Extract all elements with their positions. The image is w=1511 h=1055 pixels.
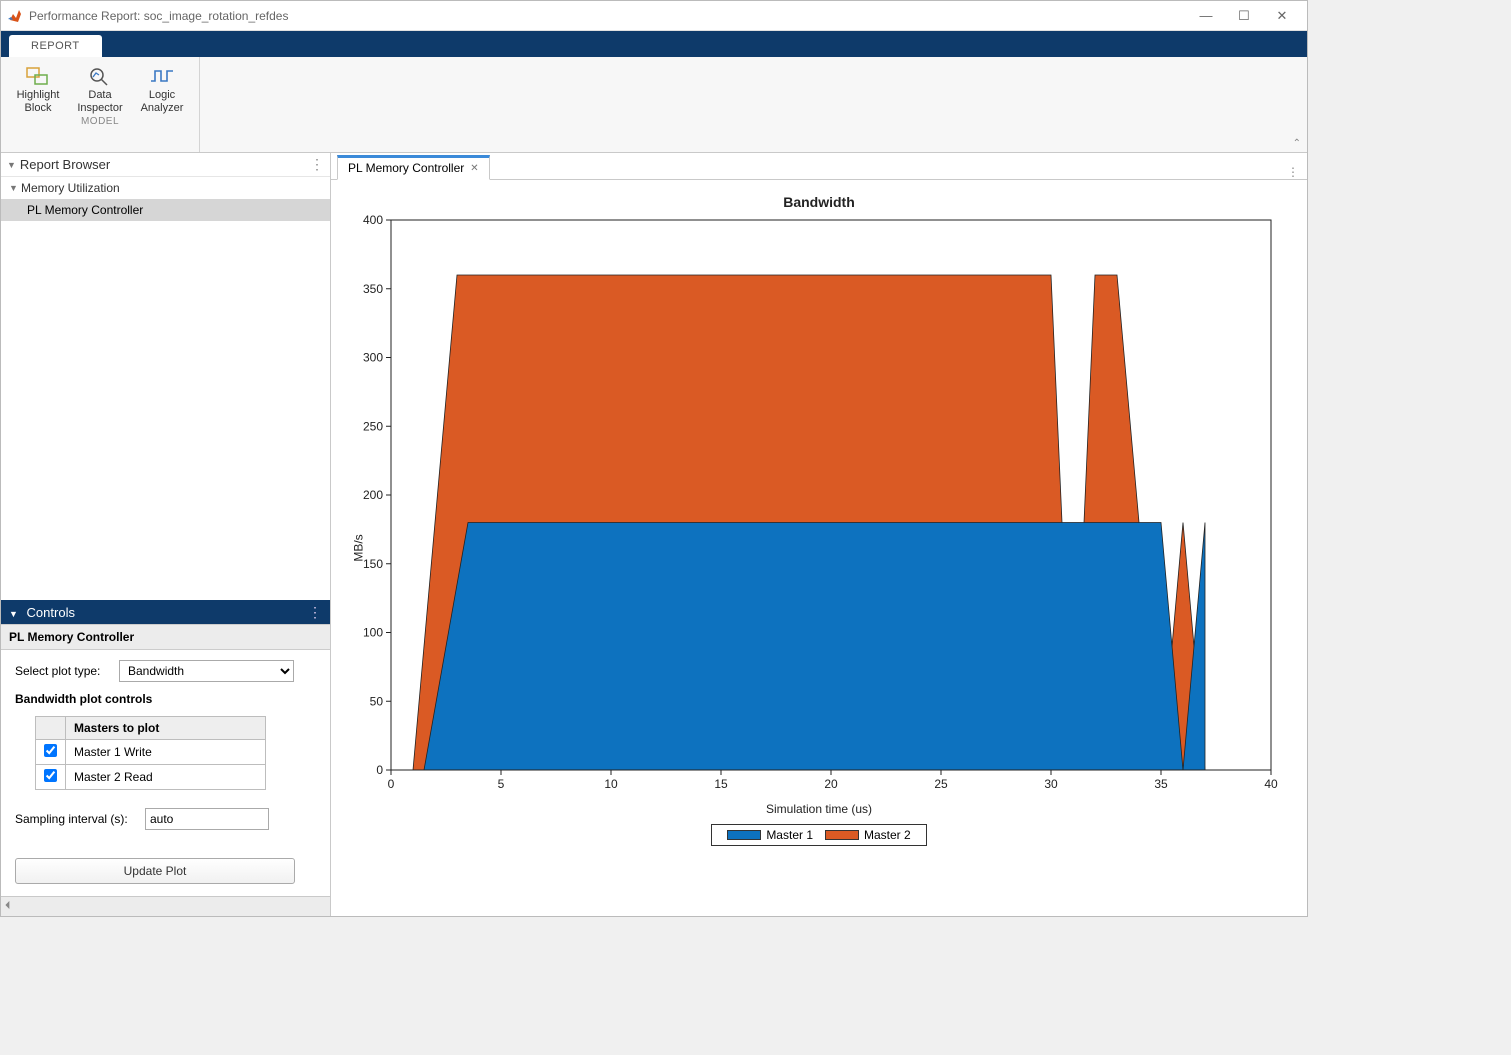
chart-area: Bandwidth MB/s 0501001502002503003504000… — [331, 180, 1307, 916]
sampling-interval-input[interactable] — [145, 808, 269, 830]
svg-text:15: 15 — [714, 777, 728, 791]
highlight-block-icon — [25, 63, 51, 89]
svg-text:350: 350 — [363, 282, 383, 296]
data-inspector-icon — [87, 63, 113, 89]
window-titlebar: Performance Report: soc_image_rotation_r… — [1, 1, 1307, 31]
left-panel-footer: ⏴ — [1, 896, 330, 916]
report-browser-tree[interactable]: ▼ Memory Utilization PL Memory Controlle… — [1, 177, 330, 600]
svg-text:0: 0 — [376, 763, 383, 777]
svg-text:100: 100 — [363, 626, 383, 640]
maximize-button[interactable]: ☐ — [1225, 1, 1263, 31]
chart-ylabel: MB/s — [352, 534, 366, 561]
table-row: Master 2 Read — [36, 765, 266, 790]
legend-swatch — [825, 830, 859, 840]
controls-menu-icon[interactable]: ⋮ — [308, 604, 322, 621]
svg-text:5: 5 — [498, 777, 505, 791]
logic-analyzer-label-2: Analyzer — [141, 102, 184, 115]
tree-item-label: PL Memory Controller — [27, 203, 143, 217]
caret-down-icon: ▼ — [9, 183, 21, 193]
close-icon[interactable]: ✕ — [470, 163, 478, 174]
svg-text:50: 50 — [370, 694, 384, 708]
data-inspector-button[interactable]: Data Inspector — [69, 59, 131, 114]
tree-item-label: Memory Utilization — [21, 181, 120, 195]
masters-table: Masters to plot Master 1 Write Master 2 … — [35, 716, 266, 790]
data-inspector-label-1: Data — [88, 89, 111, 102]
tab-pl-memory-controller[interactable]: PL Memory Controller ✕ — [337, 155, 490, 180]
svg-text:150: 150 — [363, 557, 383, 571]
master-label: Master 1 Write — [66, 740, 266, 765]
report-browser-header: ▼ Report Browser ⋮ — [1, 153, 330, 177]
logic-analyzer-label-1: Logic — [149, 89, 175, 102]
ribbon-tabstrip: REPORT — [1, 31, 1307, 57]
legend-swatch — [727, 830, 761, 840]
master1-checkbox[interactable] — [44, 744, 57, 757]
highlight-block-button[interactable]: Highlight Block — [7, 59, 69, 114]
chart-legend: Master 1 Master 2 — [711, 824, 927, 846]
bandwidth-controls-label: Bandwidth plot controls — [15, 692, 316, 706]
matlab-logo-icon — [7, 8, 23, 24]
data-inspector-label-2: Inspector — [77, 102, 122, 115]
tree-item-memory-utilization[interactable]: ▼ Memory Utilization — [1, 177, 330, 199]
report-browser-menu-icon[interactable]: ⋮ — [310, 156, 324, 173]
doctab-label: PL Memory Controller — [348, 161, 464, 175]
controls-title: Controls — [27, 605, 75, 620]
svg-text:30: 30 — [1044, 777, 1058, 791]
controls-panel-header: ▼ Controls ⋮ — [1, 600, 330, 624]
svg-text:300: 300 — [363, 351, 383, 365]
svg-text:200: 200 — [363, 488, 383, 502]
legend-label: Master 1 — [766, 828, 813, 842]
svg-text:35: 35 — [1154, 777, 1168, 791]
toolstrip: Highlight Block Data Inspector Logic Ana… — [1, 57, 1307, 153]
caret-down-icon[interactable]: ▼ — [9, 609, 18, 619]
masters-header-checkbox-col — [36, 717, 66, 740]
toolgroup-model: Highlight Block Data Inspector Logic Ana… — [1, 57, 200, 152]
report-browser-title: Report Browser — [20, 157, 110, 172]
chevron-down-icon[interactable]: ▼ — [7, 160, 16, 170]
master2-checkbox[interactable] — [44, 769, 57, 782]
chart-xlabel: Simulation time (us) — [331, 802, 1307, 816]
highlight-block-label-1: Highlight — [17, 89, 60, 102]
close-window-button[interactable]: ✕ — [1263, 1, 1301, 31]
table-row: Master 1 Write — [36, 740, 266, 765]
svg-text:250: 250 — [363, 419, 383, 433]
logic-analyzer-icon — [149, 63, 175, 89]
controls-subtitle: PL Memory Controller — [1, 624, 330, 650]
logic-analyzer-button[interactable]: Logic Analyzer — [131, 59, 193, 114]
master-label: Master 2 Read — [66, 765, 266, 790]
svg-text:400: 400 — [363, 213, 383, 227]
update-plot-button[interactable]: Update Plot — [15, 858, 295, 884]
legend-item-master1: Master 1 — [727, 828, 813, 842]
doctabs-menu-icon[interactable]: ⋮ — [1287, 165, 1299, 179]
legend-label: Master 2 — [864, 828, 911, 842]
tree-item-pl-memory-controller[interactable]: PL Memory Controller — [1, 199, 330, 221]
plot-type-select[interactable]: Bandwidth — [119, 660, 294, 682]
plot-type-label: Select plot type: — [15, 664, 119, 678]
minimize-button[interactable]: — — [1187, 1, 1225, 31]
highlight-block-label-2: Block — [25, 102, 52, 115]
tab-report[interactable]: REPORT — [9, 35, 102, 57]
toolgroup-label: MODEL — [81, 116, 119, 127]
svg-text:25: 25 — [934, 777, 948, 791]
chart-svg: 0 50 100 150 200 250 300 350 400 0 5 10 15 20 25 30 35 40 — [331, 210, 1291, 800]
sampling-interval-label: Sampling interval (s): — [15, 812, 145, 826]
chart-title: Bandwidth — [331, 194, 1307, 210]
svg-text:40: 40 — [1264, 777, 1278, 791]
svg-text:20: 20 — [824, 777, 838, 791]
controls-body: Select plot type: Bandwidth Bandwidth pl… — [1, 650, 330, 896]
toolstrip-expand-icon[interactable]: ⌃ — [1293, 138, 1301, 149]
document-tab-bar: PL Memory Controller ✕ ⋮ — [331, 153, 1307, 180]
masters-header-label: Masters to plot — [66, 717, 266, 740]
svg-text:10: 10 — [604, 777, 618, 791]
legend-item-master2: Master 2 — [825, 828, 911, 842]
window-title: Performance Report: soc_image_rotation_r… — [29, 9, 1187, 23]
svg-text:0: 0 — [388, 777, 395, 791]
collapse-left-icon[interactable]: ⏴ — [5, 900, 11, 913]
